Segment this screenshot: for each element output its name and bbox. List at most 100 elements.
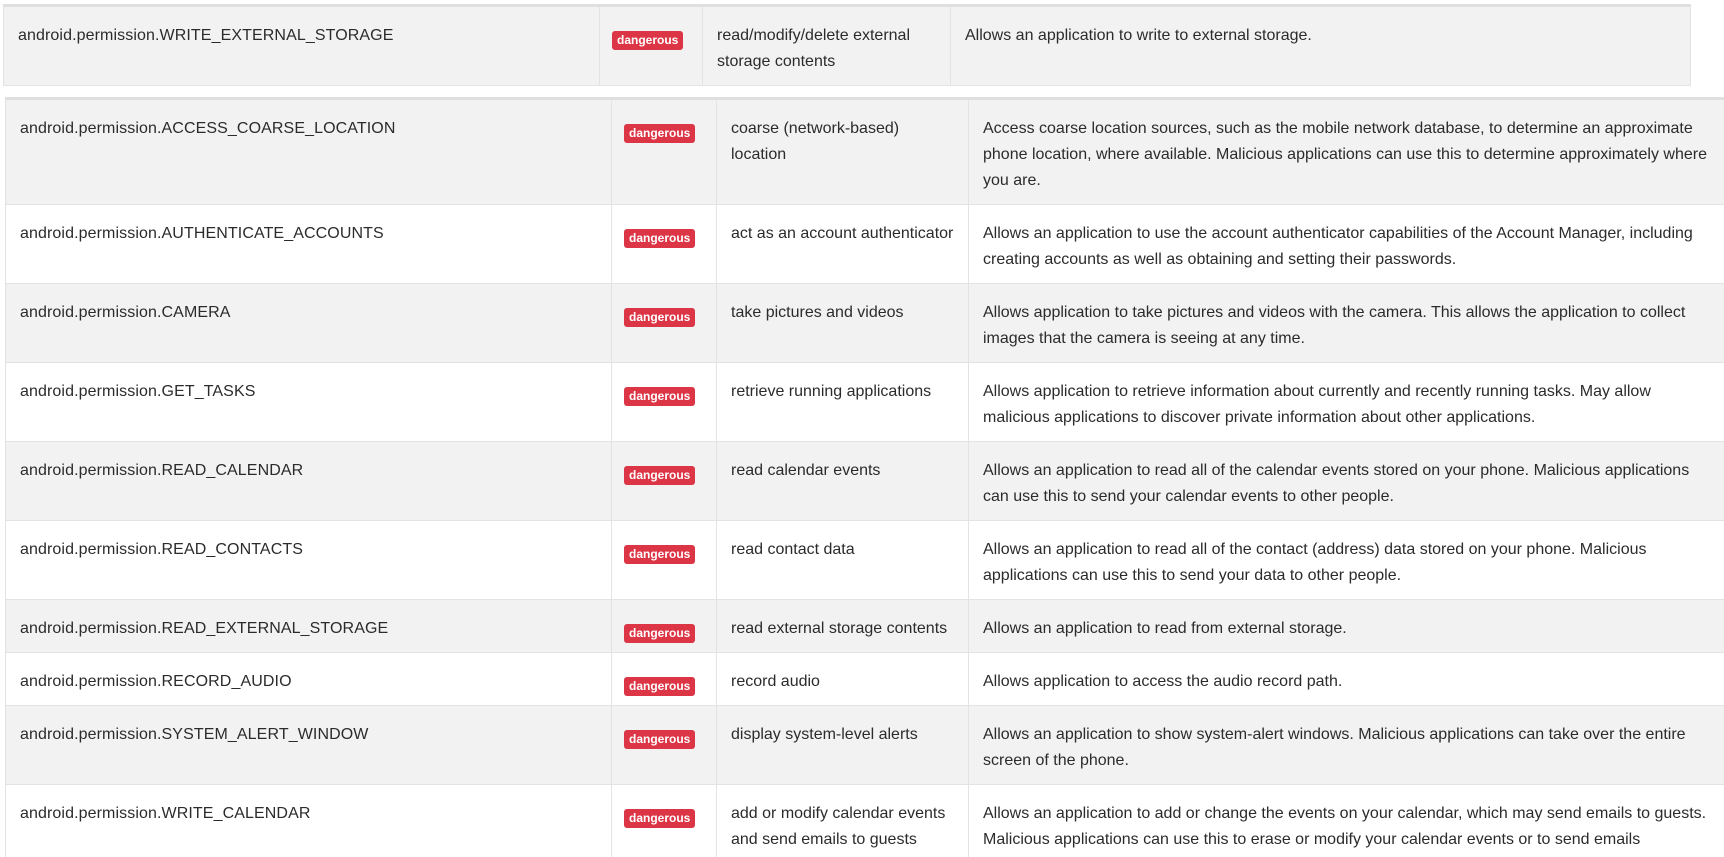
permission-info-cell: record audio [716,652,969,706]
status-cell: dangerous [611,441,717,521]
permission-info-cell: read/modify/delete external storage cont… [702,5,951,86]
status-cell: dangerous [611,599,717,653]
permission-description-cell: Access coarse location sources, such as … [968,98,1724,205]
dangerous-badge: dangerous [624,387,696,406]
status-cell: dangerous [611,652,717,706]
permission-description: Allows application to access the audio r… [983,673,1343,690]
permission-name-cell: android.permission.CAMERA [5,283,612,363]
status-cell: dangerous [611,520,717,600]
permission-name: android.permission.WRITE_EXTERNAL_STORAG… [18,27,394,44]
permission-description-cell: Allows application to retrieve informati… [968,362,1724,442]
table-row: android.permission.CAMERA dangerous take… [5,283,1724,363]
permission-info-cell: retrieve running applications [716,362,969,442]
permission-description-cell: Allows an application to read all of the… [968,520,1724,600]
dangerous-badge: dangerous [624,809,696,828]
permission-name-cell: android.permission.SYSTEM_ALERT_WINDOW [5,705,612,785]
permission-description: Allows application to take pictures and … [983,304,1686,347]
permission-info-cell: read external storage contents [716,599,969,653]
dangerous-badge: dangerous [624,545,696,564]
status-cell: dangerous [599,5,703,86]
permission-description-cell: Allows application to take pictures and … [968,283,1724,363]
table-row: android.permission.SYSTEM_ALERT_WINDOW d… [5,705,1724,785]
permission-name-cell: android.permission.WRITE_CALENDAR [5,784,612,857]
permissions-table-top: android.permission.WRITE_EXTERNAL_STORAG… [3,4,1691,86]
status-cell: dangerous [611,98,717,205]
status-cell: dangerous [611,362,717,442]
permission-info-cell: coarse (network-based) location [716,98,969,205]
permission-info: coarse (network-based) location [731,120,900,163]
table-row: android.permission.ACCESS_COARSE_LOCATIO… [5,98,1724,205]
permission-description-cell: Allows an application to add or change t… [968,784,1724,857]
status-cell: dangerous [611,204,717,284]
permission-name-cell: android.permission.GET_TASKS [5,362,612,442]
table-row: android.permission.WRITE_CALENDAR danger… [5,784,1724,857]
permission-description: Allows an application to read all of the… [983,541,1647,584]
dangerous-badge: dangerous [612,31,684,50]
permission-description: Allows an application to read from exter… [983,620,1347,637]
permission-info-cell: display system-level alerts [716,705,969,785]
permission-name-cell: android.permission.WRITE_EXTERNAL_STORAG… [3,5,600,86]
table-row: android.permission.AUTHENTICATE_ACCOUNTS… [5,204,1724,284]
dangerous-badge: dangerous [624,730,696,749]
permission-description: Allows an application to read all of the… [983,462,1690,505]
permission-description: Allows an application to add or change t… [983,805,1707,848]
permission-info: read contact data [731,541,855,558]
table-row: android.permission.RECORD_AUDIO dangerou… [5,652,1724,706]
permission-name: android.permission.RECORD_AUDIO [20,673,292,690]
permission-description-cell: Allows an application to use the account… [968,204,1724,284]
permission-description-cell: Allows an application to read from exter… [968,599,1724,653]
permission-name: android.permission.READ_CONTACTS [20,541,303,558]
permission-name-cell: android.permission.READ_CONTACTS [5,520,612,600]
dangerous-badge: dangerous [624,124,696,143]
dangerous-badge: dangerous [624,466,696,485]
permission-name: android.permission.GET_TASKS [20,383,256,400]
status-cell: dangerous [611,283,717,363]
permissions-table: android.permission.ACCESS_COARSE_LOCATIO… [5,97,1724,857]
table-row: android.permission.READ_CONTACTS dangero… [5,520,1724,600]
permission-info: read calendar events [731,462,881,479]
permission-info: read external storage contents [731,620,948,637]
permission-description-cell: Allows an application to write to extern… [950,5,1691,86]
permission-name-cell: android.permission.READ_EXTERNAL_STORAGE [5,599,612,653]
permission-info-cell: take pictures and videos [716,283,969,363]
permission-name: android.permission.ACCESS_COARSE_LOCATIO… [20,120,396,137]
permission-info-cell: read calendar events [716,441,969,521]
permission-description: Access coarse location sources, such as … [983,120,1707,189]
permission-info-cell: read contact data [716,520,969,600]
table-row: android.permission.READ_EXTERNAL_STORAGE… [5,599,1724,653]
permission-name-cell: android.permission.ACCESS_COARSE_LOCATIO… [5,98,612,205]
permission-name-cell: android.permission.READ_CALENDAR [5,441,612,521]
permission-info: retrieve running applications [731,383,932,400]
permission-name-cell: android.permission.AUTHENTICATE_ACCOUNTS [5,204,612,284]
dangerous-badge: dangerous [624,624,696,643]
permissions-page: android.permission.WRITE_EXTERNAL_STORAG… [0,0,1724,857]
dangerous-badge: dangerous [624,229,696,248]
permission-description: Allows an application to write to extern… [965,27,1312,44]
permission-name: android.permission.WRITE_CALENDAR [20,805,311,822]
table-row: android.permission.READ_CALENDAR dangero… [5,441,1724,521]
status-cell: dangerous [611,784,717,857]
permission-name: android.permission.SYSTEM_ALERT_WINDOW [20,726,369,743]
permission-description: Allows an application to show system-ale… [983,726,1686,769]
table-row: android.permission.WRITE_EXTERNAL_STORAG… [3,5,1691,86]
permission-info-cell: add or modify calendar events and send e… [716,784,969,857]
permission-info-cell: act as an account authenticator [716,204,969,284]
permission-name: android.permission.AUTHENTICATE_ACCOUNTS [20,225,384,242]
table-row: android.permission.GET_TASKS dangerous r… [5,362,1724,442]
permission-name-cell: android.permission.RECORD_AUDIO [5,652,612,706]
permission-info: act as an account authenticator [731,225,954,242]
permission-name: android.permission.READ_CALENDAR [20,462,304,479]
status-cell: dangerous [611,705,717,785]
permission-description-cell: Allows application to access the audio r… [968,652,1724,706]
permission-description: Allows an application to use the account… [983,225,1693,268]
permission-info: read/modify/delete external storage cont… [717,27,910,70]
permission-info: display system-level alerts [731,726,918,743]
permission-description: Allows application to retrieve informati… [983,383,1651,426]
permission-description-cell: Allows an application to show system-ale… [968,705,1724,785]
permission-info: take pictures and videos [731,304,904,321]
permission-name: android.permission.CAMERA [20,304,231,321]
permission-name: android.permission.READ_EXTERNAL_STORAGE [20,620,389,637]
permission-info: record audio [731,673,820,690]
dangerous-badge: dangerous [624,677,696,696]
permission-description-cell: Allows an application to read all of the… [968,441,1724,521]
